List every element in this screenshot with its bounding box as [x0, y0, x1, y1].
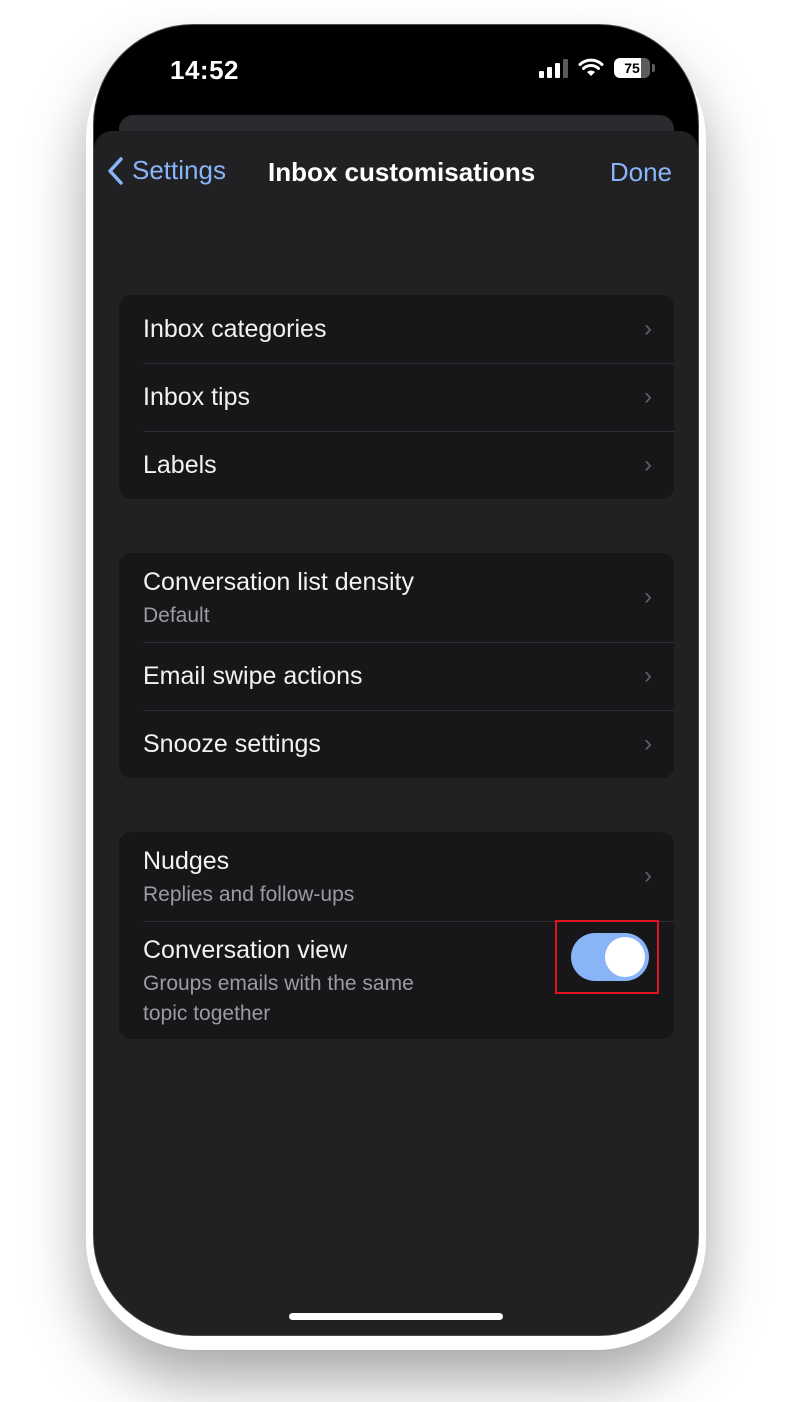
chevron-left-icon: [108, 156, 123, 185]
row-email-swipe-actions[interactable]: Email swipe actions ›: [119, 642, 674, 710]
chevron-right-icon: ›: [644, 662, 652, 689]
row-subtitle-line-1: Groups emails with the same: [143, 972, 414, 995]
status-icons: 75: [539, 58, 655, 78]
row-inbox-tips[interactable]: Inbox tips ›: [119, 363, 674, 431]
row-nudges[interactable]: Nudges Replies and follow-ups ›: [119, 832, 674, 921]
row-title: Nudges: [143, 847, 230, 875]
row-snooze-settings[interactable]: Snooze settings ›: [119, 710, 674, 778]
settings-sheet: Settings Inbox customisations Done Inbox…: [94, 131, 698, 1335]
toggle-knob: [605, 937, 645, 977]
navigation-bar: Settings Inbox customisations Done: [94, 131, 698, 219]
row-conversation-list-density[interactable]: Conversation list density Default ›: [119, 553, 674, 642]
row-title: Snooze settings: [143, 730, 321, 758]
row-title: Conversation view: [143, 936, 348, 964]
done-button[interactable]: Done: [610, 157, 672, 188]
conversation-view-toggle[interactable]: [571, 933, 649, 981]
highlight-box: [555, 920, 659, 994]
chevron-right-icon: ›: [644, 315, 652, 342]
row-subtitle-line-2: topic together: [143, 1002, 271, 1025]
chevron-right-icon: ›: [644, 451, 652, 478]
row-title: Inbox tips: [143, 383, 251, 411]
wifi-icon: [578, 58, 604, 76]
cellular-signal-icon: [539, 58, 568, 78]
row-title: Inbox categories: [143, 315, 327, 343]
settings-group-1: Inbox categories › Inbox tips › Labels ›: [119, 295, 674, 499]
phone-frame: 14:52 75 Settings Inbox customisations D…: [93, 24, 699, 1336]
home-indicator[interactable]: [289, 1313, 503, 1320]
row-subtitle: Default: [143, 604, 210, 627]
battery-level: 75: [624, 60, 640, 76]
row-title: Conversation list density: [143, 568, 414, 596]
back-button[interactable]: Settings: [106, 155, 226, 186]
status-bar: 14:52 75: [94, 25, 698, 125]
row-inbox-categories[interactable]: Inbox categories ›: [119, 295, 674, 363]
battery-icon: 75: [614, 58, 655, 78]
row-subtitle: Replies and follow-ups: [143, 883, 355, 906]
back-label: Settings: [132, 155, 226, 185]
row-title: Labels: [143, 451, 217, 479]
status-time: 14:52: [170, 55, 239, 85]
chevron-right-icon: ›: [644, 862, 652, 889]
page-title: Inbox customisations: [268, 157, 536, 187]
row-title: Email swipe actions: [143, 662, 363, 690]
chevron-right-icon: ›: [644, 383, 652, 410]
settings-group-2: Conversation list density Default › Emai…: [119, 553, 674, 778]
row-labels[interactable]: Labels ›: [119, 431, 674, 499]
chevron-right-icon: ›: [644, 583, 652, 610]
chevron-right-icon: ›: [644, 730, 652, 757]
